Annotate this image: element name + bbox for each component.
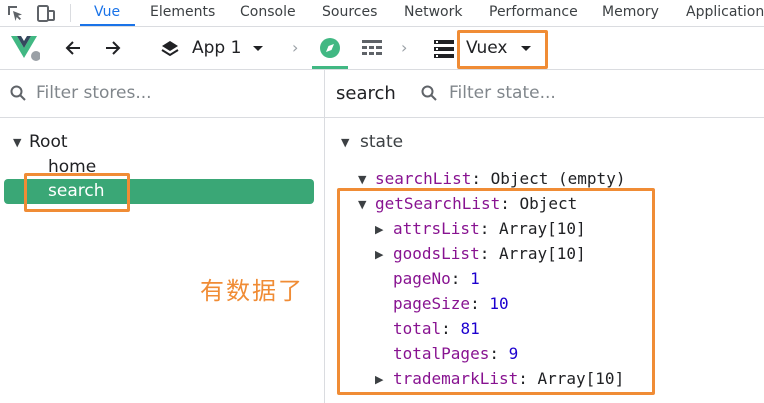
timeline-icon[interactable] — [362, 40, 382, 56]
tab-vue[interactable]: Vue — [94, 4, 120, 20]
state-value: Object (empty) — [490, 169, 626, 188]
tab-console[interactable]: Console — [240, 4, 296, 20]
stores-pane: Filter stores... ▼ Root home search 有数据了 — [0, 70, 324, 403]
inspect-element-icon[interactable] — [6, 4, 24, 22]
section-label: state — [360, 132, 404, 152]
tree-label: Root — [29, 132, 68, 152]
forward-arrow-icon[interactable] — [104, 39, 122, 57]
tab-application[interactable]: Application — [686, 4, 764, 20]
caret-down-icon: ▼ — [13, 136, 22, 149]
tab-network[interactable]: Network — [404, 4, 462, 20]
search-icon — [421, 85, 437, 101]
inspector-tab[interactable] — [312, 31, 348, 69]
breadcrumb-separator-icon: › — [292, 38, 299, 57]
caret-down-icon: ▼ — [358, 173, 367, 186]
app-name: App 1 — [192, 38, 242, 58]
state-key: searchList — [375, 169, 472, 188]
colon: : — [471, 169, 491, 188]
state-section-header[interactable]: ▼ state — [325, 130, 764, 154]
filter-state-input[interactable]: Filter state... — [449, 83, 556, 103]
divider — [0, 117, 324, 118]
tree-item-root[interactable]: ▼ Root — [0, 130, 324, 154]
layers-icon — [161, 41, 179, 57]
breadcrumb-separator-icon: › — [401, 38, 408, 57]
tab-performance[interactable]: Performance — [489, 4, 578, 20]
search-icon — [10, 85, 26, 101]
back-arrow-icon[interactable] — [64, 39, 82, 57]
filter-stores-bar[interactable]: Filter stores... — [0, 70, 324, 116]
vue-logo-icon — [11, 36, 40, 61]
database-icon — [434, 40, 454, 58]
compass-icon — [320, 38, 340, 58]
inspector-tab-indicator — [312, 66, 348, 69]
devtools-tab-bar: Vue Elements Console Sources Network Per… — [0, 0, 764, 27]
state-pane: search Filter state... ▼ state ▼ searchL… — [325, 70, 764, 403]
tab-elements[interactable]: Elements — [150, 4, 215, 20]
state-row-searchList[interactable]: ▼ searchList: Object (empty) — [325, 168, 764, 190]
tab-memory[interactable]: Memory — [602, 4, 659, 20]
device-toolbar-icon[interactable] — [36, 3, 56, 23]
annotation-text: 有数据了 — [200, 277, 304, 305]
filter-stores-input[interactable]: Filter stores... — [36, 83, 152, 103]
highlight-box-vuex — [457, 30, 548, 69]
highlight-box-getSearchList — [337, 188, 655, 395]
highlight-box-search — [24, 173, 130, 212]
active-tab-indicator — [80, 24, 135, 26]
app-selector[interactable]: App 1 — [160, 36, 270, 62]
state-header: search Filter state... — [325, 70, 764, 116]
module-label: search — [336, 83, 396, 104]
caret-down-icon: ▼ — [341, 136, 350, 149]
chevron-down-icon — [253, 46, 263, 51]
tab-sources[interactable]: Sources — [322, 4, 377, 20]
tab-divider — [70, 4, 71, 22]
divider — [325, 117, 764, 118]
vue-toolbar: App 1 › › Vuex — [0, 27, 764, 70]
